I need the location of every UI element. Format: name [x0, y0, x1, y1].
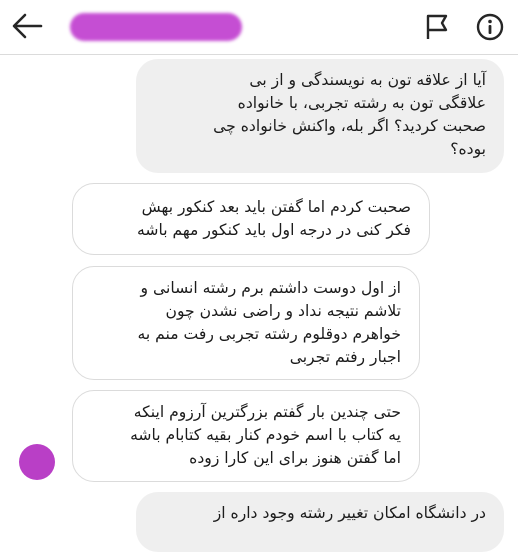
message-bubble-outgoing[interactable]: در دانشگاه امکان تغییر رشته وجود داره از: [136, 492, 504, 552]
message-line: صحبت کردم اما گفتن باید بعد کنکور بهش: [141, 198, 411, 216]
message-line: خواهرم دوقلوم رشته تجربی رفت منم به: [137, 325, 401, 343]
message-line: اما گفتن هنوز برای این کارا زوده: [189, 449, 401, 467]
message-line: بوده؟: [450, 140, 486, 158]
chat-header: [0, 0, 518, 55]
message-line: حتی چندین بار گفتم بزرگترین آرزوم اینکه: [133, 403, 401, 421]
avatar[interactable]: [19, 444, 55, 480]
info-icon[interactable]: [476, 13, 504, 41]
message-bubble-incoming[interactable]: حتی چندین بار گفتم بزرگترین آرزوم اینکه …: [72, 390, 420, 482]
message-line: فکر کنی در درجه اول باید کنکور مهم باشه: [137, 221, 411, 239]
message-bubble-incoming[interactable]: صحبت کردم اما گفتن باید بعد کنکور بهش فک…: [72, 183, 430, 255]
flag-icon[interactable]: [424, 14, 450, 40]
redacted-username[interactable]: [70, 13, 242, 41]
message-line: تلاشم نتیجه نداد و راضی نشدن چون: [165, 302, 401, 320]
message-bubble-outgoing[interactable]: آیا از علاقه تون به نویسندگی و از بی علا…: [136, 59, 504, 173]
message-line: از اول دوست داشتم برم رشته انسانی و: [140, 279, 401, 297]
message-line: اجبار رفتم تجربی: [289, 348, 401, 366]
message-line: صحبت کردید؟ اگر بله، واکنش خانواده چی: [213, 117, 486, 135]
message-bubble-incoming[interactable]: از اول دوست داشتم برم رشته انسانی و تلاش…: [72, 266, 420, 380]
message-line: آیا از علاقه تون به نویسندگی و از بی: [249, 71, 486, 89]
arrow-left-icon[interactable]: [10, 11, 44, 41]
message-line: در دانشگاه امکان تغییر رشته وجود داره از: [213, 504, 486, 522]
message-line: یه کتاب با اسم خودم کنار بقیه کتابام باش…: [130, 426, 401, 444]
message-line: علاقگی تون به رشته تجربی، با خانواده: [237, 94, 486, 112]
